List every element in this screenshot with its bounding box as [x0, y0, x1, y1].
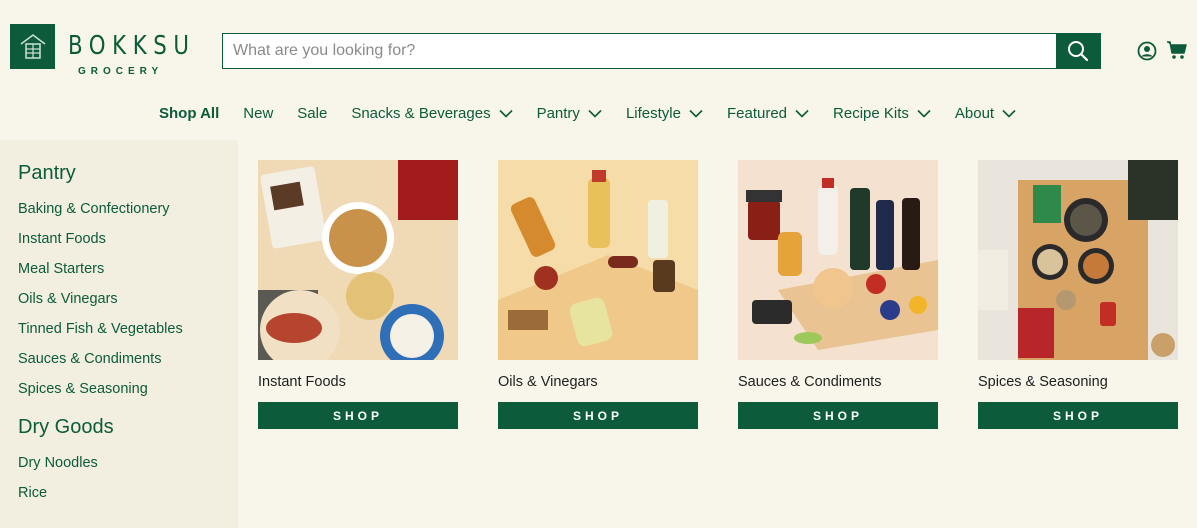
chevron-down-icon	[1002, 109, 1016, 118]
nav-new[interactable]: New	[243, 105, 273, 122]
search-icon	[1068, 41, 1089, 62]
sidebar-heading-pantry[interactable]: Pantry	[18, 162, 76, 185]
sidebar-item[interactable]: Tinned Fish & Vegetables	[18, 321, 183, 337]
nav-pantry[interactable]: Pantry	[537, 105, 602, 122]
search-bar	[222, 33, 1101, 69]
nav-recipe-kits[interactable]: Recipe Kits	[833, 105, 931, 122]
search-button[interactable]	[1056, 34, 1100, 68]
account-icon[interactable]	[1137, 41, 1157, 61]
brand-subtitle: GROCERY	[78, 66, 164, 77]
search-input[interactable]	[223, 34, 1056, 68]
chevron-down-icon	[588, 109, 602, 118]
chevron-down-icon	[689, 109, 703, 118]
nav-label: Pantry	[536, 104, 580, 122]
shop-button[interactable]: SHOP	[978, 402, 1178, 429]
logo-house-icon	[20, 33, 45, 59]
sidebar-item[interactable]: Meal Starters	[18, 261, 104, 277]
nav-label: Lifestyle	[625, 104, 681, 122]
nav-about[interactable]: About	[955, 105, 1016, 122]
category-card: Spices & Seasoning SHOP	[978, 160, 1178, 429]
chevron-down-icon	[917, 109, 931, 118]
nav-label: Featured	[726, 104, 788, 122]
chevron-down-icon	[499, 109, 513, 118]
shop-button[interactable]: SHOP	[738, 402, 938, 429]
nav-label: Snacks & Beverages	[351, 104, 491, 122]
sidebar-item[interactable]: Baking & Confectionery	[18, 201, 170, 217]
sauces-condiments-image[interactable]	[738, 160, 938, 360]
nav-snacks-beverages[interactable]: Snacks & Beverages	[351, 104, 513, 122]
nav-label: New	[243, 104, 274, 122]
cart-icon[interactable]	[1166, 40, 1188, 60]
sidebar-item[interactable]: Instant Foods	[18, 231, 106, 247]
instant-foods-image[interactable]	[258, 160, 458, 360]
nav-featured[interactable]: Featured	[727, 105, 809, 122]
nav-lifestyle[interactable]: Lifestyle	[626, 105, 703, 122]
main-nav: Shop All New Sale Snacks & Beverages Pan…	[159, 103, 1040, 123]
card-title[interactable]: Instant Foods	[258, 374, 346, 390]
nav-label: About	[954, 104, 995, 122]
shop-button[interactable]: SHOP	[498, 402, 698, 429]
card-title[interactable]: Sauces & Condiments	[738, 374, 881, 390]
nav-label: Shop All	[159, 104, 220, 122]
shop-button[interactable]: SHOP	[258, 402, 458, 429]
logo-mark[interactable]	[10, 24, 55, 69]
card-title[interactable]: Spices & Seasoning	[978, 374, 1108, 390]
card-title[interactable]: Oils & Vinegars	[498, 374, 598, 390]
category-sidebar: Pantry Baking & Confectionery Instant Fo…	[0, 140, 238, 528]
chevron-down-icon	[795, 109, 809, 118]
sidebar-item[interactable]: Dry Noodles	[18, 455, 98, 471]
nav-label: Recipe Kits	[833, 104, 909, 122]
oils-vinegars-image[interactable]	[498, 160, 698, 360]
sidebar-item[interactable]: Spices & Seasoning	[18, 381, 148, 397]
nav-sale[interactable]: Sale	[297, 105, 327, 122]
spices-seasoning-image[interactable]	[978, 160, 1178, 360]
sidebar-item[interactable]: Sauces & Condiments	[18, 351, 161, 367]
sidebar-item[interactable]: Oils & Vinegars	[18, 291, 118, 307]
nav-shop-all[interactable]: Shop All	[159, 105, 219, 122]
sidebar-item[interactable]: Rice	[18, 485, 47, 501]
category-card: Sauces & Condiments SHOP	[738, 160, 938, 429]
brand-name[interactable]: BOKKSU	[68, 31, 195, 61]
sidebar-heading-dry-goods[interactable]: Dry Goods	[18, 416, 114, 439]
category-card: Instant Foods SHOP	[258, 160, 458, 429]
nav-label: Sale	[297, 104, 328, 122]
category-card: Oils & Vinegars SHOP	[498, 160, 698, 429]
